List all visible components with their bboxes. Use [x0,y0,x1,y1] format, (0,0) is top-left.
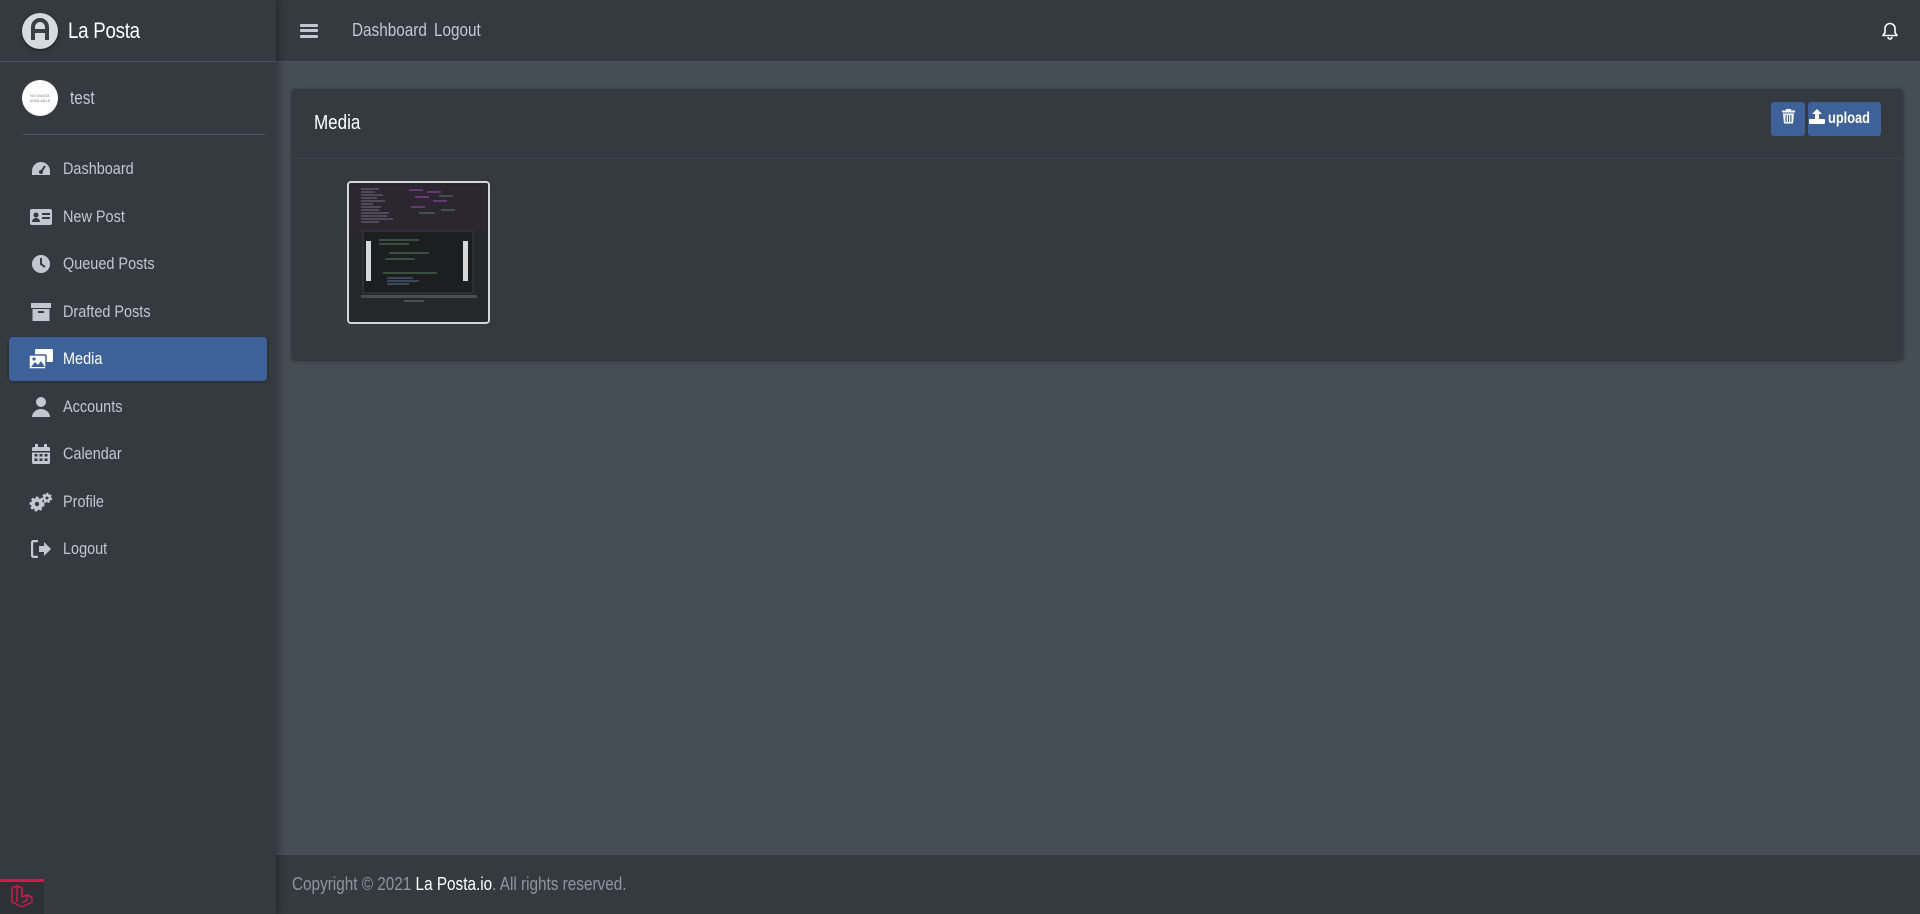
sidebar-item-label: Accounts [63,396,123,416]
avatar: NO IMAGE AVAILABLE [22,80,58,116]
page-title: Media [314,112,361,134]
avatar-placeholder-text: NO IMAGE AVAILABLE [29,93,51,103]
archive-icon [29,300,53,324]
photo-video-icon [29,347,53,371]
card-header: Media upload [292,89,1903,159]
sidebar-item-drafted-posts[interactable]: Drafted Posts [9,290,267,334]
sidebar: La Posta NO IMAGE AVAILABLE test Dashboa… [0,0,276,914]
laravel-icon [10,884,34,912]
bell-icon[interactable] [1882,22,1898,45]
footer: Copyright © 2021 La Posta.io. All rights… [276,854,1920,914]
hamburger-menu-icon[interactable] [300,23,318,39]
sidebar-item-logout[interactable]: Logout [9,527,267,571]
id-card-icon [29,205,53,229]
copyright-text: Copyright © 2021 La Posta.io. All rights… [292,874,626,895]
sidebar-item-dashboard[interactable]: Dashboard [9,147,267,191]
media-thumbnail-image [349,183,488,322]
trash-icon [1781,109,1795,129]
sidebar-item-queued-posts[interactable]: Queued Posts [9,242,267,286]
media-card: Media upload [292,89,1903,360]
sign-out-icon [29,537,53,561]
topnav-logout-link[interactable]: Logout [434,20,481,41]
sidebar-item-label: Logout [63,539,108,558]
sidebar-item-accounts[interactable]: Accounts [9,385,267,429]
upload-icon [1808,109,1825,129]
sidebar-nav: Dashboard New Post Queued Posts Drafted … [0,135,276,571]
sidebar-item-profile[interactable]: Profile [9,480,267,524]
copyright-prefix: Copyright © 2021 [292,874,416,894]
upload-button[interactable]: upload [1808,102,1881,136]
cogs-icon [29,490,53,514]
sidebar-item-label: Dashboard [63,159,134,178]
copyright-suffix: . All rights reserved. [492,874,627,894]
topnav-dashboard-link[interactable]: Dashboard [352,20,427,41]
brand-name: La Posta [68,17,140,43]
sidebar-item-label: Calendar [63,444,122,463]
sidebar-item-label: Drafted Posts [63,301,151,321]
calendar-icon [29,442,53,466]
upload-label: upload [1827,110,1870,127]
sidebar-item-calendar[interactable]: Calendar [9,432,267,476]
sidebar-item-label: Media [63,349,103,368]
top-navbar: Dashboard Logout [276,0,1920,62]
user-icon [29,395,53,419]
footer-brand-link[interactable]: La Posta.io [416,874,493,894]
brand-logo-icon [22,12,58,49]
tachometer-icon [29,157,53,181]
sidebar-item-media[interactable]: Media [9,337,267,381]
user-panel[interactable]: NO IMAGE AVAILABLE test [22,62,266,135]
sidebar-item-label: New Post [63,206,125,226]
laravel-debugbar-toggle[interactable] [0,879,44,914]
sidebar-item-new-post[interactable]: New Post [9,195,267,239]
sidebar-item-label: Queued Posts [63,254,155,273]
media-thumbnail[interactable] [347,181,490,324]
delete-button[interactable] [1771,102,1805,136]
brand-link[interactable]: La Posta [0,0,276,62]
clock-icon [29,252,53,276]
sidebar-item-label: Profile [63,491,104,511]
user-name[interactable]: test [70,88,95,109]
